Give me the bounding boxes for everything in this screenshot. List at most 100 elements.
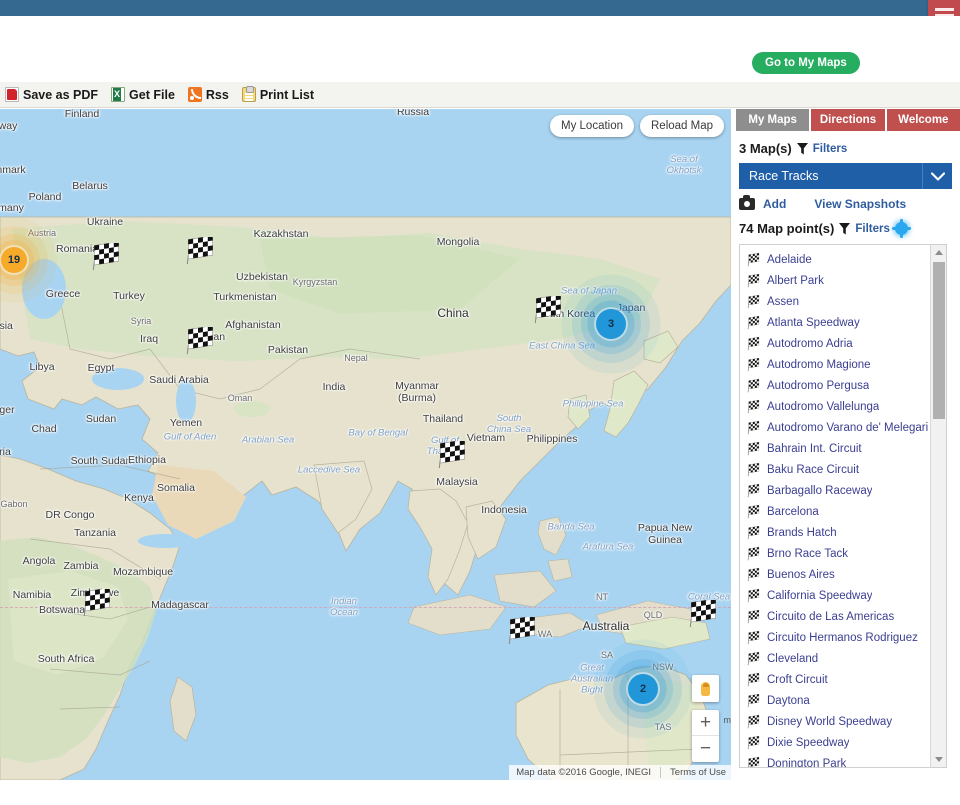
- scroll-down-arrow-icon[interactable]: [931, 752, 946, 767]
- map-point-list-item[interactable]: Autodromo Pergusa: [740, 375, 930, 396]
- checkered-flag-map-marker[interactable]: [688, 598, 718, 628]
- highlight-points-icon[interactable]: [891, 219, 911, 238]
- map-point-list-item[interactable]: Autodromo Varano de' Melegari: [740, 417, 930, 438]
- checkered-flag-map-marker[interactable]: [507, 615, 537, 645]
- checkered-flag-icon: [746, 357, 761, 372]
- checkered-flag-map-marker[interactable]: [185, 325, 215, 355]
- checkered-flag-icon: [746, 294, 761, 309]
- map-point-name: California Speedway: [767, 589, 873, 602]
- map-cluster-marker[interactable]: 3: [561, 274, 661, 374]
- map-point-list-item[interactable]: Autodromo Adria: [740, 333, 930, 354]
- map-point-name: Autodromo Magione: [767, 358, 871, 371]
- map-point-list-item[interactable]: Circuito Hermanos Rodriguez: [740, 627, 930, 648]
- street-view-pegman-icon[interactable]: [692, 675, 719, 702]
- checkered-flag-icon: [746, 630, 761, 645]
- map-point-list-item[interactable]: Brno Race Tack: [740, 543, 930, 564]
- map-point-list-item[interactable]: Cleveland: [740, 648, 930, 669]
- terms-of-use-link[interactable]: Terms of Use: [670, 767, 726, 778]
- map-point-name: Croft Circuit: [767, 673, 828, 686]
- checkered-flag-icon: [746, 609, 761, 624]
- map-point-list-item[interactable]: Baku Race Circuit: [740, 459, 930, 480]
- map-point-list-item[interactable]: Albert Park: [740, 270, 930, 291]
- checkered-flag-icon: [746, 546, 761, 561]
- map-points-list[interactable]: Adelaide Albert Park Assen Atlanta Speed…: [740, 245, 930, 767]
- checkered-flag-map-marker[interactable]: [533, 294, 563, 324]
- map-point-name: Assen: [767, 295, 799, 308]
- tab-directions[interactable]: Directions: [811, 109, 885, 131]
- page-header: Go to My Maps: [0, 16, 960, 82]
- checkered-flag-icon: [746, 588, 761, 603]
- filter-funnel-icon: [796, 142, 808, 154]
- map-point-name: Donington Park: [767, 757, 847, 768]
- rss-button[interactable]: Rss: [187, 87, 229, 102]
- top-bar: [0, 0, 960, 16]
- map-point-list-item[interactable]: Daytona: [740, 690, 930, 711]
- points-filters-link[interactable]: Filters: [855, 223, 890, 235]
- map-point-list-item[interactable]: Brands Hatch: [740, 522, 930, 543]
- map-point-name: Adelaide: [767, 253, 812, 266]
- checkered-flag-icon: [746, 567, 761, 582]
- map-points-list-scrollbar[interactable]: [930, 245, 946, 767]
- map-point-name: Albert Park: [767, 274, 824, 287]
- checkered-flag-map-marker[interactable]: [91, 241, 121, 271]
- checkered-flag-icon: [746, 714, 761, 729]
- zoom-in-button[interactable]: +: [692, 710, 719, 736]
- maps-count-label: 3 Map(s): [739, 141, 792, 156]
- map-point-list-item[interactable]: California Speedway: [740, 585, 930, 606]
- map-point-list-item[interactable]: Croft Circuit: [740, 669, 930, 690]
- my-location-button[interactable]: My Location: [550, 115, 635, 137]
- map-point-list-item[interactable]: Adelaide: [740, 249, 930, 270]
- maps-filters-link[interactable]: Filters: [813, 143, 848, 155]
- go-to-my-maps-button[interactable]: Go to My Maps: [752, 52, 860, 74]
- checkered-flag-map-marker[interactable]: [437, 439, 467, 469]
- map-point-name: Barbagallo Raceway: [767, 484, 873, 497]
- sidebar-tabs: My Maps Directions Welcome: [731, 109, 960, 131]
- map-point-list-item[interactable]: Barbagallo Raceway: [740, 480, 930, 501]
- checkered-flag-map-marker[interactable]: [185, 235, 215, 265]
- map-data-credit: Map data ©2016 Google, INEGI: [516, 767, 652, 778]
- scrollbar-thumb[interactable]: [933, 262, 945, 419]
- checkered-flag-icon: [746, 756, 761, 767]
- print-list-button[interactable]: Print List: [241, 86, 314, 102]
- checkered-flag-icon: [746, 651, 761, 666]
- map-point-list-item[interactable]: Assen: [740, 291, 930, 312]
- zoom-controls[interactable]: + −: [692, 710, 719, 762]
- right-sidebar: My Maps Directions Welcome 3 Map(s) Filt…: [731, 109, 960, 780]
- map-points-list-container: Adelaide Albert Park Assen Atlanta Speed…: [739, 244, 947, 768]
- tab-my-maps[interactable]: My Maps: [736, 109, 810, 131]
- checkered-flag-icon: [746, 735, 761, 750]
- map-cluster-marker[interactable]: 19: [0, 217, 57, 303]
- map-cluster-marker[interactable]: 2: [593, 639, 693, 739]
- map-canvas[interactable]: My Location Reload Map + − m Map data ©2…: [0, 109, 731, 780]
- map-point-list-item[interactable]: Disney World Speedway: [740, 711, 930, 732]
- map-point-name: Baku Race Circuit: [767, 463, 860, 476]
- reload-map-button[interactable]: Reload Map: [640, 115, 725, 137]
- points-count-label: 74 Map point(s): [739, 221, 835, 236]
- checkered-flag-map-marker[interactable]: [82, 587, 112, 617]
- scroll-up-arrow-icon[interactable]: [931, 245, 946, 260]
- checkered-flag-icon: [746, 315, 761, 330]
- map-point-list-item[interactable]: Autodromo Magione: [740, 354, 930, 375]
- map-point-list-item[interactable]: Circuito de Las Americas: [740, 606, 930, 627]
- map-point-list-item[interactable]: Buenos Aires: [740, 564, 930, 585]
- zoom-out-button[interactable]: −: [692, 736, 719, 762]
- map-point-list-item[interactable]: Atlanta Speedway: [740, 312, 930, 333]
- map-point-list-item[interactable]: Autodromo Vallelunga: [740, 396, 930, 417]
- map-select-dropdown[interactable]: Race Tracks: [739, 163, 952, 189]
- view-snapshots-link[interactable]: View Snapshots: [814, 197, 906, 211]
- map-point-name: Brands Hatch: [767, 526, 837, 539]
- map-point-list-item[interactable]: Bahrain Int. Circuit: [740, 438, 930, 459]
- map-point-list-item[interactable]: Donington Park: [740, 753, 930, 767]
- chevron-down-icon[interactable]: [922, 163, 952, 189]
- save-as-pdf-button[interactable]: Save as PDF: [5, 87, 98, 102]
- add-map-link[interactable]: Add: [763, 197, 786, 211]
- export-toolbar: Save as PDF Get File Rss Print List: [0, 82, 960, 108]
- checkered-flag-icon: [746, 672, 761, 687]
- checkered-flag-icon: [746, 693, 761, 708]
- map-point-list-item[interactable]: Barcelona: [740, 501, 930, 522]
- get-file-button[interactable]: Get File: [111, 87, 175, 102]
- checkered-flag-icon: [746, 483, 761, 498]
- tab-welcome[interactable]: Welcome: [886, 109, 960, 131]
- main-content: My Location Reload Map + − m Map data ©2…: [0, 109, 960, 805]
- map-point-list-item[interactable]: Dixie Speedway: [740, 732, 930, 753]
